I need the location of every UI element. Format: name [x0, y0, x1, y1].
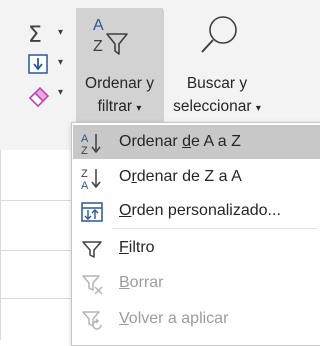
- svg-text:Z: Z: [81, 168, 88, 180]
- menu-item-label: Ordenar de Z a A: [119, 160, 242, 194]
- sort-filter-label-line2: filtrar ▾: [76, 95, 163, 120]
- sort-filter-menu: A Z Ordenar de A a Z Z A Ordenar de Z a …: [71, 122, 320, 346]
- menu-item-sort-a-to-z[interactable]: A Z Ordenar de A a Z: [73, 125, 320, 159]
- menu-item-custom-sort[interactable]: Orden personalizado...: [73, 194, 320, 228]
- menu-separator: [112, 228, 318, 229]
- grid-line: [0, 150, 1, 340]
- svg-text:Z: Z: [81, 145, 88, 155]
- label-text: iltro: [128, 239, 155, 256]
- label-text: Ordenar: [119, 133, 183, 150]
- access-key: O: [119, 202, 132, 219]
- find-select-label-line1: Buscar y: [186, 75, 248, 92]
- menu-item-sort-z-to-a[interactable]: Z A Ordenar de Z a A: [73, 160, 320, 194]
- svg-text:A: A: [81, 133, 89, 145]
- eraser-icon: [28, 86, 50, 108]
- sort-filter-button[interactable]: A Z Ordenar y filtrar ▾: [76, 8, 163, 136]
- menu-item-reapply-filter[interactable]: Volver a aplicar: [73, 302, 320, 336]
- chevron-down-icon: ▾: [58, 27, 64, 38]
- filter-icon: [82, 241, 102, 258]
- label-text: denar de Z a A: [136, 168, 242, 185]
- menu-item-filter[interactable]: Filtro: [73, 231, 320, 265]
- magnifier-icon: [201, 16, 237, 53]
- sort-a-to-z-icon: A Z: [81, 133, 101, 155]
- ribbon-separator: [163, 10, 164, 140]
- svg-text:A: A: [93, 17, 104, 34]
- clear-filter-icon: [82, 275, 103, 295]
- find-select-label-text: seleccionar: [173, 98, 252, 115]
- sort-filter-label-text: filtrar: [97, 98, 133, 115]
- reapply-filter-icon: [82, 311, 102, 330]
- autosum-button[interactable]: Σ ▾: [26, 22, 68, 48]
- label-text: orrar: [129, 274, 164, 291]
- svg-text:Σ: Σ: [28, 23, 42, 48]
- menu-item-label: Borrar: [119, 266, 163, 300]
- grid-line: [0, 298, 80, 299]
- menu-item-label: Volver a aplicar: [119, 302, 228, 336]
- grid-line: [0, 250, 80, 251]
- access-key: d: [182, 133, 192, 150]
- menu-item-clear-filter[interactable]: Borrar: [73, 266, 320, 300]
- label-text: rden personalizado...: [131, 202, 281, 219]
- find-select-button[interactable]: Buscar y seleccionar ▾: [166, 8, 268, 136]
- fill-down-icon: [28, 54, 48, 74]
- label-text: e A a Z: [191, 133, 241, 150]
- find-select-label-line2: seleccionar ▾: [166, 95, 268, 120]
- menu-item-label: Ordenar de A a Z: [119, 125, 241, 159]
- menu-item-label: Filtro: [119, 231, 155, 265]
- grid-line: [0, 200, 80, 201]
- access-key: V: [119, 310, 129, 327]
- chevron-down-icon: ▾: [136, 103, 142, 114]
- label-text: O: [119, 168, 132, 185]
- access-key: F: [119, 239, 129, 256]
- sort-z-to-a-icon: Z A: [81, 168, 101, 190]
- clear-button[interactable]: ▾: [26, 82, 68, 108]
- chevron-down-icon: ▾: [58, 57, 64, 68]
- sort-filter-icon: A Z: [93, 17, 128, 55]
- svg-text:Z: Z: [93, 38, 103, 55]
- custom-sort-icon: [81, 202, 103, 222]
- fill-button[interactable]: ▾: [26, 52, 68, 78]
- svg-text:A: A: [81, 180, 89, 190]
- chevron-down-icon: ▾: [58, 87, 64, 98]
- access-key: B: [119, 274, 130, 291]
- label-text: olver a aplicar: [128, 310, 229, 327]
- chevron-down-icon: ▾: [255, 103, 261, 114]
- menu-item-label: Orden personalizado...: [119, 194, 281, 228]
- sort-filter-label-line1: Ordenar y: [85, 75, 154, 92]
